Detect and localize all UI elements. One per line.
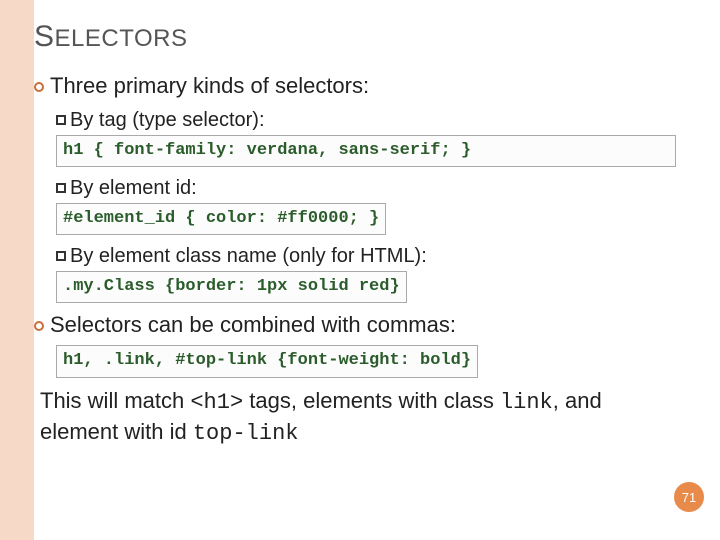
slide-content: SELECTORS Three primary kinds of selecto… [34, 20, 680, 540]
explain-mid1: tags, elements with class [243, 388, 500, 413]
subbullet-tag-label: By tag (type selector): [70, 109, 265, 131]
code-class-selector: .my.Class {border: 1px solid red} [56, 271, 407, 303]
code-tag-selector: h1 { font-family: verdana, sans-serif; } [56, 135, 676, 167]
explain-pre: This will match [40, 388, 190, 413]
subbullet-id-label: By element id: [70, 177, 197, 199]
bullet-primary-text: Three primary kinds of selectors: [50, 73, 369, 98]
square-bullet-icon [56, 115, 66, 125]
bullet-combined: Selectors can be combined with commas: [34, 311, 680, 340]
title-cap: S [34, 20, 55, 53]
square-bullet-icon [56, 183, 66, 193]
explain-id-name: top-link [193, 421, 299, 446]
page-number-badge: 71 [674, 482, 704, 512]
bullet-combined-label: Selectors can be combined with commas: [50, 312, 456, 337]
bullet-primary: Three primary kinds of selectors: [34, 72, 680, 101]
code-id-selector: #element_id { color: #ff0000; } [56, 203, 386, 235]
title-rest: ELECTORS [55, 25, 188, 52]
slide-title: SELECTORS [34, 20, 680, 54]
explanation-text: This will match <h1> tags, elements with… [40, 386, 680, 449]
subbullet-class-label: By element class name (only for HTML): [70, 245, 427, 267]
explain-h1-tag: <h1> [190, 390, 243, 415]
subbullet-class: By element class name (only for HTML): [56, 243, 680, 269]
subbullet-tag: By tag (type selector): [56, 107, 680, 133]
accent-stripe [0, 0, 34, 540]
explain-class-name: link [500, 390, 553, 415]
page-number: 71 [682, 490, 696, 505]
code-combined-selector: h1, .link, #top-link {font-weight: bold} [56, 345, 478, 377]
donut-bullet-icon [34, 321, 44, 331]
subbullet-id: By element id: [56, 175, 680, 201]
square-bullet-icon [56, 251, 66, 261]
donut-bullet-icon [34, 82, 44, 92]
